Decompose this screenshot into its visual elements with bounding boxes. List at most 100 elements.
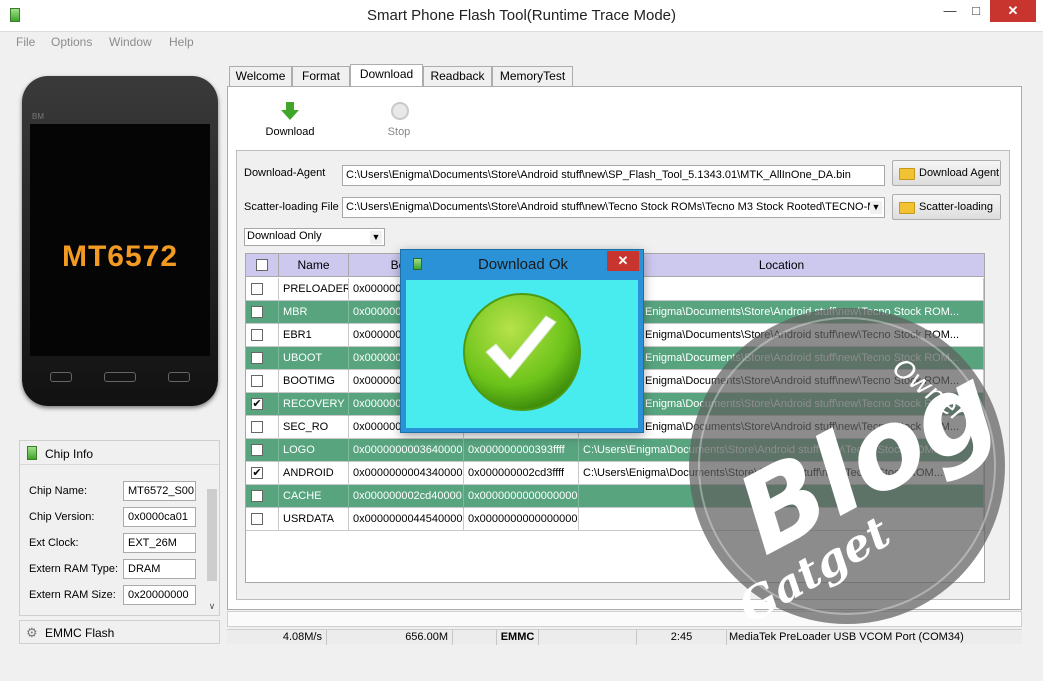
table-row[interactable]: LOGO 0x0000000003640000 0x000000000393ffff… [246, 439, 984, 462]
home-key-icon [104, 372, 136, 382]
row-select-cell [246, 278, 279, 301]
minimize-button[interactable]: — [940, 0, 960, 22]
chip-info-label: Ext Clock: [29, 537, 79, 549]
window-title: Smart Phone Flash Tool(Runtime Trace Mod… [366, 7, 677, 24]
phone-illustration: BM MT6572 [22, 76, 218, 406]
cell-name: UBOOT [279, 347, 349, 370]
status-spacer [539, 630, 637, 645]
chip-info-label: Extern RAM Size: [29, 589, 116, 601]
scrollbar-thumb[interactable] [207, 489, 217, 581]
status-storage: EMMC [497, 630, 539, 645]
download-mode-select[interactable]: Download Only ▼ [244, 228, 385, 246]
cell-begin: 0x0000000004340000 [349, 462, 464, 485]
status-size: 656.00M [327, 630, 453, 645]
cell-begin: 0x000000002cd40000 [349, 485, 464, 508]
menu-file[interactable]: File [16, 35, 35, 49]
chevron-down-icon[interactable]: ▼ [870, 201, 882, 214]
maximize-button[interactable]: □ [966, 0, 986, 22]
chip-info-value: 0x20000000 [123, 585, 196, 605]
table-row[interactable]: ✔ ANDROID 0x0000000004340000 0x000000002cd3… [246, 462, 984, 485]
phone-chip-label: MT6572 [61, 240, 179, 273]
dialog-close-button[interactable]: ✕ [607, 251, 639, 271]
menu-window[interactable]: Window [109, 35, 152, 49]
stop-button[interactable]: Stop [369, 100, 429, 138]
column-header-name[interactable]: Name [279, 254, 349, 277]
chip-info-panel: Chip Info Chip Name: MT6572_S00 Chip Ver… [19, 440, 220, 616]
status-time: 2:45 [637, 630, 727, 645]
chip-info-title: Chip Info [45, 447, 94, 461]
chip-info-label: Chip Name: [29, 485, 88, 497]
folder-icon [899, 168, 915, 180]
download-button[interactable]: Download [260, 100, 320, 138]
cell-location: C:\Users\Enigma\Documents\Store\Android … [579, 439, 984, 462]
select-all-column[interactable] [246, 254, 279, 277]
menu-options[interactable]: Options [51, 35, 92, 49]
row-select-cell: ✔ [246, 462, 279, 485]
close-button[interactable]: ✕ [990, 0, 1036, 22]
chip-info-row: Extern RAM Size: 0x20000000 [29, 585, 209, 605]
emmc-flash-section[interactable]: ⚙ EMMC Flash [19, 620, 220, 644]
status-speed: 4.08M/s [227, 630, 327, 645]
row-checkbox[interactable] [251, 490, 263, 502]
table-row[interactable]: CACHE 0x000000002cd40000 0x000000000000000… [246, 485, 984, 508]
tab-format[interactable]: Format [292, 66, 350, 86]
download-agent-field[interactable]: C:\Users\Enigma\Documents\Store\Android … [342, 165, 885, 186]
folder-icon [899, 202, 915, 214]
tab-readback[interactable]: Readback [423, 66, 492, 86]
chevron-down-icon[interactable]: ▼ [370, 231, 382, 244]
chip-info-value: EXT_26M [123, 533, 196, 553]
download-agent-button[interactable]: Download Agent [892, 160, 1001, 186]
back-key-icon [168, 372, 190, 382]
tab-welcome[interactable]: Welcome [229, 66, 292, 86]
chip-info-row: Chip Name: MT6572_S00 [29, 481, 209, 501]
download-agent-label: Download-Agent [244, 167, 326, 179]
gear-icon: ⚙ [26, 625, 38, 640]
chip-info-row: Extern RAM Type: DRAM [29, 559, 209, 579]
download-agent-button-label: Download Agent [919, 167, 1000, 179]
chevron-down-icon[interactable]: ∨ [205, 601, 219, 612]
row-select-cell [246, 301, 279, 324]
chip-info-icon [27, 446, 37, 460]
chip-info-header: Chip Info [20, 441, 219, 465]
row-select-cell [246, 347, 279, 370]
progress-bar [227, 611, 1022, 627]
chip-info-label: Chip Version: [29, 511, 95, 523]
menu-bar: File Options Window Help [0, 32, 1043, 52]
cell-name: ANDROID [279, 462, 349, 485]
row-checkbox[interactable] [251, 421, 263, 433]
cell-end: 0x000000002cd3ffff [464, 462, 579, 485]
row-checkbox[interactable] [251, 352, 263, 364]
row-checkbox[interactable] [251, 444, 263, 456]
row-checkbox[interactable] [251, 283, 263, 295]
chip-info-scrollbar[interactable]: ∨ [205, 475, 219, 615]
cell-name: MBR [279, 301, 349, 324]
cell-name: RECOVERY [279, 393, 349, 416]
row-checkbox[interactable] [251, 329, 263, 341]
cell-name: LOGO [279, 439, 349, 462]
cell-name: SEC_RO [279, 416, 349, 439]
row-checkbox[interactable] [251, 513, 263, 525]
chip-info-row: Chip Version: 0x0000ca01 [29, 507, 209, 527]
row-select-cell [246, 370, 279, 393]
table-row[interactable]: USRDATA 0x0000000044540000 0x0000000000000… [246, 508, 984, 531]
cell-name: CACHE [279, 485, 349, 508]
menu-help[interactable]: Help [169, 35, 194, 49]
emmc-flash-label: EMMC Flash [45, 626, 115, 640]
tab-download[interactable]: Download [350, 64, 423, 87]
scatter-loading-button[interactable]: Scatter-loading [892, 194, 1001, 220]
row-select-cell: ✔ [246, 393, 279, 416]
stop-icon [369, 100, 429, 122]
select-all-checkbox[interactable] [256, 259, 268, 271]
success-check-icon [463, 293, 581, 411]
tab-memorytest[interactable]: MemoryTest [492, 66, 573, 86]
row-checkbox[interactable] [251, 306, 263, 318]
download-mode-value: Download Only [247, 230, 322, 242]
row-checkbox[interactable] [251, 375, 263, 387]
chip-info-row: Ext Clock: EXT_26M [29, 533, 209, 553]
scatter-loading-combo[interactable]: C:\Users\Enigma\Documents\Store\Android … [342, 197, 885, 218]
row-checkbox[interactable]: ✔ [251, 398, 263, 410]
scatter-loading-label: Scatter-loading File [244, 201, 339, 213]
chip-info-label: Extern RAM Type: [29, 563, 119, 575]
cell-location: C:\Users\Enigma\Documents\Store\Android … [579, 462, 984, 485]
row-checkbox[interactable]: ✔ [251, 467, 263, 479]
